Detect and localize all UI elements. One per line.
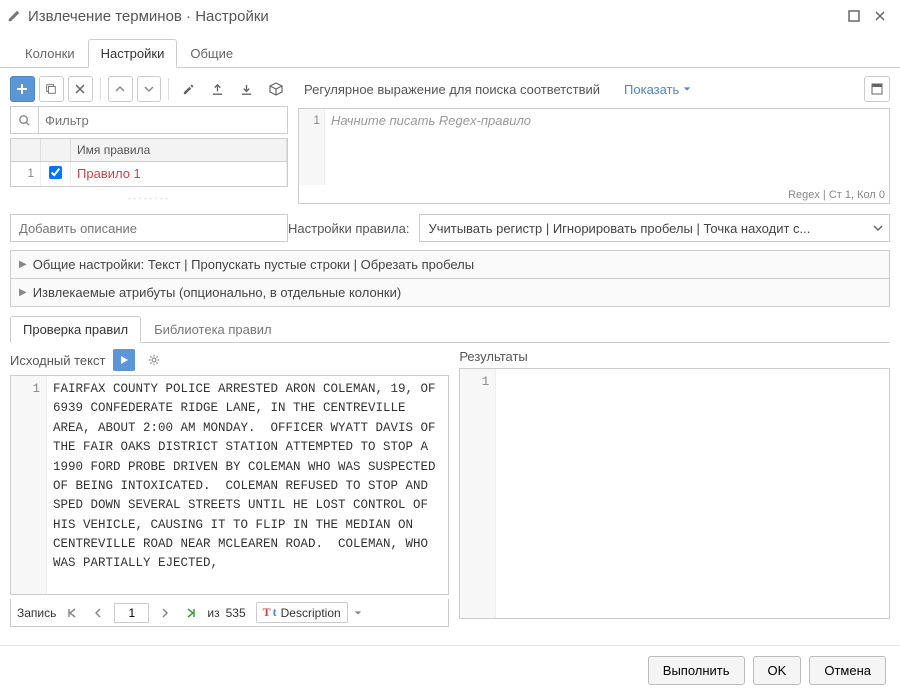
nav-page-input[interactable] xyxy=(114,603,149,623)
filter-row xyxy=(10,106,288,134)
results-gutter: 1 xyxy=(460,369,496,618)
delete-rule-button[interactable] xyxy=(68,76,93,102)
cancel-button[interactable]: Отмена xyxy=(809,656,886,685)
chevron-down-icon[interactable] xyxy=(354,609,362,617)
tab-settings[interactable]: Настройки xyxy=(88,39,178,68)
window-title: Извлечение терминов · Настройки xyxy=(28,8,838,25)
nav-total: 535 xyxy=(226,606,246,620)
nav-last-button[interactable] xyxy=(181,603,201,623)
pencil-icon xyxy=(6,8,22,24)
edit-icon[interactable] xyxy=(176,76,201,102)
show-dropdown[interactable]: Показать xyxy=(624,82,691,97)
source-content: FAIRFAX COUNTY POLICE ARRESTED ARON COLE… xyxy=(47,376,448,594)
table-row[interactable]: 1 Правило 1 xyxy=(11,162,287,186)
subtab-check-rules[interactable]: Проверка правил xyxy=(10,316,141,343)
close-button[interactable] xyxy=(870,6,890,26)
regex-label: Регулярное выражение для поиска соответс… xyxy=(304,82,600,97)
column-selector[interactable]: Tt Description xyxy=(256,602,348,623)
results-title: Результаты xyxy=(459,349,527,364)
tab-general[interactable]: Общие xyxy=(177,39,246,68)
rule-settings-dropdown[interactable]: Учитывать регистр | Игнорировать пробелы… xyxy=(419,214,890,242)
search-icon xyxy=(10,106,38,134)
chevron-right-icon: ▶ xyxy=(19,259,27,270)
separator xyxy=(168,78,169,100)
collapser-label: Общие настройки: Текст | Пропускать пуст… xyxy=(33,257,474,272)
row-checkbox[interactable] xyxy=(49,166,62,179)
resize-handle[interactable]: ········ xyxy=(10,191,288,206)
chevron-right-icon: ▶ xyxy=(19,287,27,298)
subtab-rule-library[interactable]: Библиотека правил xyxy=(141,316,285,343)
footer: Выполнить OK Отмена xyxy=(0,645,900,695)
nav-first-button[interactable] xyxy=(62,603,82,623)
main-tabs: Колонки Настройки Общие xyxy=(0,38,900,68)
source-text-box[interactable]: 1 FAIRFAX COUNTY POLICE ARRESTED ARON CO… xyxy=(10,375,449,595)
source-gutter: 1 xyxy=(11,376,47,594)
rules-toolbar xyxy=(10,76,288,102)
run-button-footer[interactable]: Выполнить xyxy=(648,656,745,685)
copy-rule-button[interactable] xyxy=(39,76,64,102)
separator xyxy=(100,78,101,100)
col-header-name: Имя правила xyxy=(71,139,287,161)
move-down-button[interactable] xyxy=(137,76,162,102)
rule-name[interactable]: Правило 1 xyxy=(71,162,287,186)
move-up-button[interactable] xyxy=(108,76,133,102)
gear-button[interactable] xyxy=(143,349,165,371)
editor-toolbar: Регулярное выражение для поиска соответс… xyxy=(298,76,890,102)
nav-of-label: из xyxy=(207,606,219,620)
collapser-label: Извлекаемые атрибуты (опционально, в отд… xyxy=(33,285,401,300)
collapser-general-settings[interactable]: ▶ Общие настройки: Текст | Пропускать пу… xyxy=(10,250,890,279)
results-box[interactable]: 1 xyxy=(459,368,890,619)
add-rule-button[interactable] xyxy=(10,76,35,102)
results-content xyxy=(496,369,889,618)
nav-prev-button[interactable] xyxy=(88,603,108,623)
regex-editor[interactable]: 1 Начните писать Regex-правило Regex | С… xyxy=(298,108,890,204)
sub-tabs: Проверка правил Библиотека правил xyxy=(10,315,890,343)
tab-columns[interactable]: Колонки xyxy=(12,39,88,68)
rule-settings-label: Настройки правила: xyxy=(288,221,409,236)
rules-table: Имя правила 1 Правило 1 xyxy=(10,138,288,187)
import-icon[interactable] xyxy=(234,76,259,102)
run-button[interactable] xyxy=(113,349,135,371)
rule-settings-value: Учитывать регистр | Игнорировать пробелы… xyxy=(428,221,810,236)
package-icon[interactable] xyxy=(263,76,288,102)
titlebar: Извлечение терминов · Настройки xyxy=(0,0,900,32)
row-number: 1 xyxy=(11,162,41,186)
filter-input[interactable] xyxy=(38,106,288,134)
nav-label: Запись xyxy=(17,606,56,620)
col-header-checkbox xyxy=(41,139,71,161)
maximize-button[interactable] xyxy=(844,6,864,26)
text-type-icon: T xyxy=(263,605,271,620)
column-name: Description xyxy=(281,606,341,620)
layout-toggle-button[interactable] xyxy=(864,76,890,102)
description-input[interactable] xyxy=(10,214,288,242)
chevron-down-icon xyxy=(873,223,883,233)
editor-gutter: 1 xyxy=(299,109,325,185)
col-header-number xyxy=(11,139,41,161)
collapser-extracted-attributes[interactable]: ▶ Извлекаемые атрибуты (опционально, в о… xyxy=(10,279,890,307)
source-text-title: Исходный текст xyxy=(10,353,105,368)
nav-next-button[interactable] xyxy=(155,603,175,623)
chevron-down-icon xyxy=(683,85,691,93)
editor-status: Regex | Ст 1, Кол 0 xyxy=(788,189,885,201)
editor-placeholder: Начните писать Regex-правило xyxy=(331,113,531,128)
record-navigation: Запись из 535 Tt Description xyxy=(10,599,449,627)
export-icon[interactable] xyxy=(205,76,230,102)
ok-button[interactable]: OK xyxy=(753,656,802,685)
